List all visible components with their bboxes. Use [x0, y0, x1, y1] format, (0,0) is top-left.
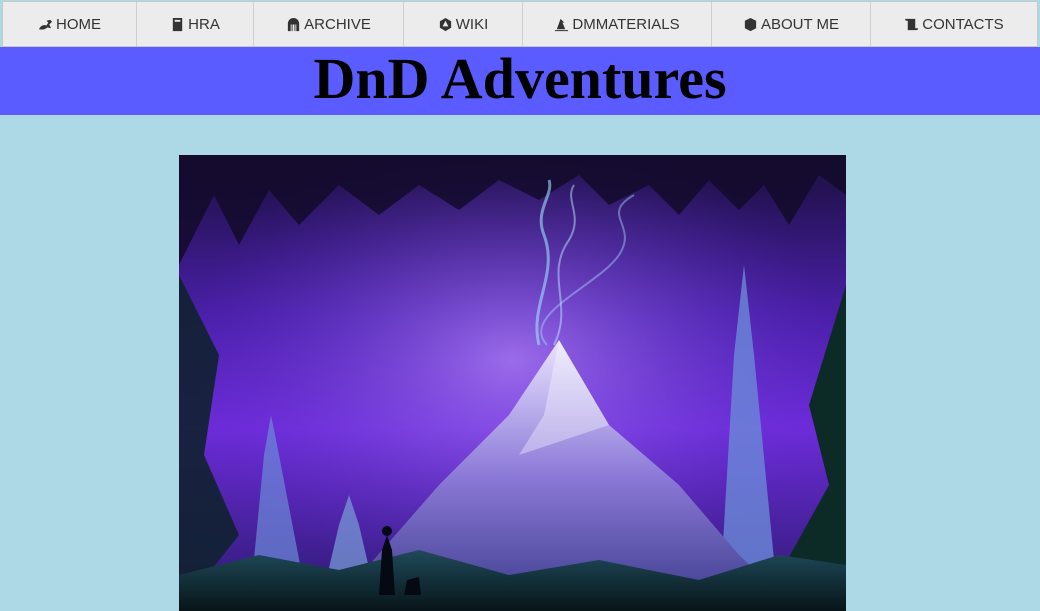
site-title: DnD Adventures — [313, 46, 727, 111]
nav-wiki[interactable]: WIKI — [404, 2, 523, 46]
scroll-icon — [905, 18, 919, 30]
dragon-icon — [38, 19, 53, 30]
dungeon-icon — [288, 17, 300, 31]
nav-about-me[interactable]: ABOUT ME — [712, 2, 871, 46]
book-icon — [172, 17, 183, 31]
nav-home-label: HOME — [56, 15, 101, 33]
nav-contacts-label: CONTACTS — [922, 15, 1004, 33]
dice-d6-icon — [744, 17, 757, 31]
d20-icon — [439, 17, 451, 31]
nav-hra[interactable]: HRA — [137, 2, 254, 46]
nav-dmmaterials-label: DMMATERIALS — [572, 15, 680, 33]
top-navigation: HOME HRA ARCHIVE WIKI DMMATERIALS ABOUT … — [2, 1, 1038, 47]
wizard-hat-icon — [555, 18, 569, 31]
nav-wiki-label: WIKI — [455, 15, 489, 33]
nav-about-me-label: ABOUT ME — [760, 15, 840, 33]
nav-dmmaterials[interactable]: DMMATERIALS — [523, 2, 712, 46]
nav-hra-label: HRA — [188, 15, 220, 33]
site-banner: DnD Adventures — [0, 47, 1040, 115]
nav-home[interactable]: HOME — [3, 2, 137, 46]
hero-image — [179, 155, 846, 611]
nav-archive-label: ARCHIVE — [304, 15, 371, 33]
nav-archive[interactable]: ARCHIVE — [254, 2, 404, 46]
nav-contacts[interactable]: CONTACTS — [871, 2, 1037, 46]
